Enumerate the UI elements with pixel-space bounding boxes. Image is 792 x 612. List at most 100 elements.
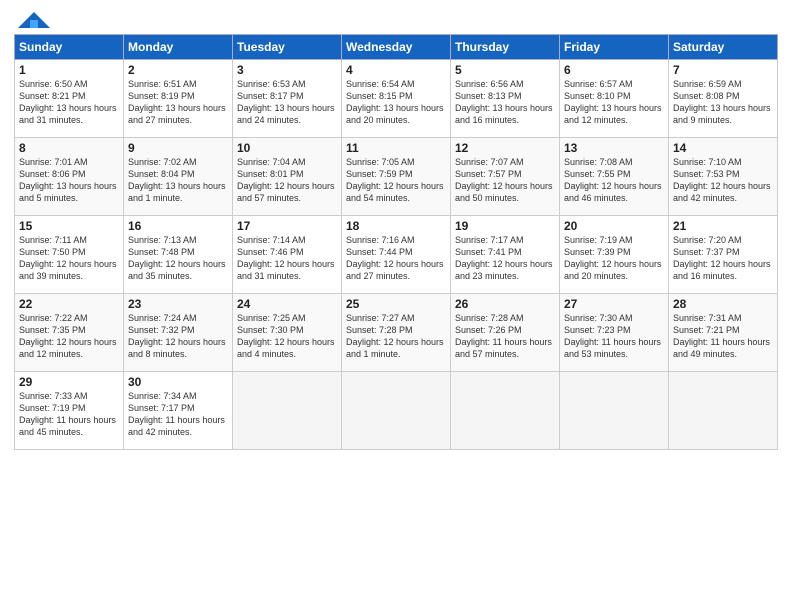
day-info: Sunrise: 7:02 AMSunset: 8:04 PMDaylight:… [128, 156, 228, 205]
weekday-header-thursday: Thursday [451, 35, 560, 60]
calendar-cell: 18Sunrise: 7:16 AMSunset: 7:44 PMDayligh… [342, 216, 451, 294]
day-number: 26 [455, 297, 555, 311]
calendar-cell: 7Sunrise: 6:59 AMSunset: 8:08 PMDaylight… [669, 60, 778, 138]
day-info: Sunrise: 6:56 AMSunset: 8:13 PMDaylight:… [455, 78, 555, 127]
calendar-cell: 29Sunrise: 7:33 AMSunset: 7:19 PMDayligh… [15, 372, 124, 450]
day-info: Sunrise: 7:01 AMSunset: 8:06 PMDaylight:… [19, 156, 119, 205]
day-number: 30 [128, 375, 228, 389]
day-info: Sunrise: 7:10 AMSunset: 7:53 PMDaylight:… [673, 156, 773, 205]
week-row-1: 1Sunrise: 6:50 AMSunset: 8:21 PMDaylight… [15, 60, 778, 138]
day-info: Sunrise: 7:27 AMSunset: 7:28 PMDaylight:… [346, 312, 446, 361]
day-number: 4 [346, 63, 446, 77]
day-number: 11 [346, 141, 446, 155]
day-info: Sunrise: 6:59 AMSunset: 8:08 PMDaylight:… [673, 78, 773, 127]
day-number: 15 [19, 219, 119, 233]
calendar-cell: 14Sunrise: 7:10 AMSunset: 7:53 PMDayligh… [669, 138, 778, 216]
day-number: 10 [237, 141, 337, 155]
calendar-cell [342, 372, 451, 450]
day-info: Sunrise: 7:31 AMSunset: 7:21 PMDaylight:… [673, 312, 773, 361]
weekday-header-sunday: Sunday [15, 35, 124, 60]
day-number: 12 [455, 141, 555, 155]
day-number: 13 [564, 141, 664, 155]
calendar-cell: 4Sunrise: 6:54 AMSunset: 8:15 PMDaylight… [342, 60, 451, 138]
logo [14, 10, 52, 28]
day-number: 24 [237, 297, 337, 311]
day-info: Sunrise: 7:13 AMSunset: 7:48 PMDaylight:… [128, 234, 228, 283]
week-row-4: 22Sunrise: 7:22 AMSunset: 7:35 PMDayligh… [15, 294, 778, 372]
day-number: 29 [19, 375, 119, 389]
calendar-cell: 23Sunrise: 7:24 AMSunset: 7:32 PMDayligh… [124, 294, 233, 372]
week-row-2: 8Sunrise: 7:01 AMSunset: 8:06 PMDaylight… [15, 138, 778, 216]
day-info: Sunrise: 6:51 AMSunset: 8:19 PMDaylight:… [128, 78, 228, 127]
calendar-cell: 8Sunrise: 7:01 AMSunset: 8:06 PMDaylight… [15, 138, 124, 216]
day-info: Sunrise: 7:17 AMSunset: 7:41 PMDaylight:… [455, 234, 555, 283]
day-number: 27 [564, 297, 664, 311]
day-info: Sunrise: 7:33 AMSunset: 7:19 PMDaylight:… [19, 390, 119, 439]
logo-icon [16, 10, 52, 32]
day-info: Sunrise: 6:53 AMSunset: 8:17 PMDaylight:… [237, 78, 337, 127]
calendar-cell: 3Sunrise: 6:53 AMSunset: 8:17 PMDaylight… [233, 60, 342, 138]
weekday-header-friday: Friday [560, 35, 669, 60]
day-info: Sunrise: 7:28 AMSunset: 7:26 PMDaylight:… [455, 312, 555, 361]
day-number: 22 [19, 297, 119, 311]
day-number: 23 [128, 297, 228, 311]
day-number: 3 [237, 63, 337, 77]
header [14, 10, 778, 28]
calendar-cell: 10Sunrise: 7:04 AMSunset: 8:01 PMDayligh… [233, 138, 342, 216]
day-info: Sunrise: 7:05 AMSunset: 7:59 PMDaylight:… [346, 156, 446, 205]
calendar-cell: 16Sunrise: 7:13 AMSunset: 7:48 PMDayligh… [124, 216, 233, 294]
day-number: 28 [673, 297, 773, 311]
weekday-header-wednesday: Wednesday [342, 35, 451, 60]
day-number: 18 [346, 219, 446, 233]
calendar-cell: 9Sunrise: 7:02 AMSunset: 8:04 PMDaylight… [124, 138, 233, 216]
calendar-cell [233, 372, 342, 450]
calendar-cell: 20Sunrise: 7:19 AMSunset: 7:39 PMDayligh… [560, 216, 669, 294]
calendar-container: SundayMondayTuesdayWednesdayThursdayFrid… [0, 0, 792, 460]
day-number: 2 [128, 63, 228, 77]
weekday-header-monday: Monday [124, 35, 233, 60]
calendar-cell: 1Sunrise: 6:50 AMSunset: 8:21 PMDaylight… [15, 60, 124, 138]
day-info: Sunrise: 7:07 AMSunset: 7:57 PMDaylight:… [455, 156, 555, 205]
calendar-cell: 5Sunrise: 6:56 AMSunset: 8:13 PMDaylight… [451, 60, 560, 138]
weekday-header-saturday: Saturday [669, 35, 778, 60]
calendar-cell: 24Sunrise: 7:25 AMSunset: 7:30 PMDayligh… [233, 294, 342, 372]
day-info: Sunrise: 7:30 AMSunset: 7:23 PMDaylight:… [564, 312, 664, 361]
calendar-cell: 28Sunrise: 7:31 AMSunset: 7:21 PMDayligh… [669, 294, 778, 372]
calendar-cell: 2Sunrise: 6:51 AMSunset: 8:19 PMDaylight… [124, 60, 233, 138]
day-info: Sunrise: 7:34 AMSunset: 7:17 PMDaylight:… [128, 390, 228, 439]
week-row-3: 15Sunrise: 7:11 AMSunset: 7:50 PMDayligh… [15, 216, 778, 294]
day-info: Sunrise: 7:14 AMSunset: 7:46 PMDaylight:… [237, 234, 337, 283]
calendar-cell: 13Sunrise: 7:08 AMSunset: 7:55 PMDayligh… [560, 138, 669, 216]
day-info: Sunrise: 6:54 AMSunset: 8:15 PMDaylight:… [346, 78, 446, 127]
calendar-cell [451, 372, 560, 450]
calendar-cell: 11Sunrise: 7:05 AMSunset: 7:59 PMDayligh… [342, 138, 451, 216]
calendar-cell [560, 372, 669, 450]
day-info: Sunrise: 7:20 AMSunset: 7:37 PMDaylight:… [673, 234, 773, 283]
day-info: Sunrise: 6:57 AMSunset: 8:10 PMDaylight:… [564, 78, 664, 127]
day-info: Sunrise: 7:04 AMSunset: 8:01 PMDaylight:… [237, 156, 337, 205]
calendar-cell: 26Sunrise: 7:28 AMSunset: 7:26 PMDayligh… [451, 294, 560, 372]
calendar-cell: 21Sunrise: 7:20 AMSunset: 7:37 PMDayligh… [669, 216, 778, 294]
day-number: 25 [346, 297, 446, 311]
day-number: 16 [128, 219, 228, 233]
day-number: 5 [455, 63, 555, 77]
calendar-cell: 17Sunrise: 7:14 AMSunset: 7:46 PMDayligh… [233, 216, 342, 294]
calendar-cell: 19Sunrise: 7:17 AMSunset: 7:41 PMDayligh… [451, 216, 560, 294]
day-number: 6 [564, 63, 664, 77]
day-number: 21 [673, 219, 773, 233]
calendar-cell: 6Sunrise: 6:57 AMSunset: 8:10 PMDaylight… [560, 60, 669, 138]
calendar-cell: 30Sunrise: 7:34 AMSunset: 7:17 PMDayligh… [124, 372, 233, 450]
day-number: 19 [455, 219, 555, 233]
day-info: Sunrise: 7:19 AMSunset: 7:39 PMDaylight:… [564, 234, 664, 283]
day-info: Sunrise: 7:08 AMSunset: 7:55 PMDaylight:… [564, 156, 664, 205]
calendar-table: SundayMondayTuesdayWednesdayThursdayFrid… [14, 34, 778, 450]
calendar-cell: 25Sunrise: 7:27 AMSunset: 7:28 PMDayligh… [342, 294, 451, 372]
day-info: Sunrise: 7:25 AMSunset: 7:30 PMDaylight:… [237, 312, 337, 361]
day-number: 7 [673, 63, 773, 77]
day-info: Sunrise: 7:24 AMSunset: 7:32 PMDaylight:… [128, 312, 228, 361]
day-info: Sunrise: 6:50 AMSunset: 8:21 PMDaylight:… [19, 78, 119, 127]
week-row-5: 29Sunrise: 7:33 AMSunset: 7:19 PMDayligh… [15, 372, 778, 450]
day-number: 14 [673, 141, 773, 155]
day-info: Sunrise: 7:16 AMSunset: 7:44 PMDaylight:… [346, 234, 446, 283]
day-number: 9 [128, 141, 228, 155]
